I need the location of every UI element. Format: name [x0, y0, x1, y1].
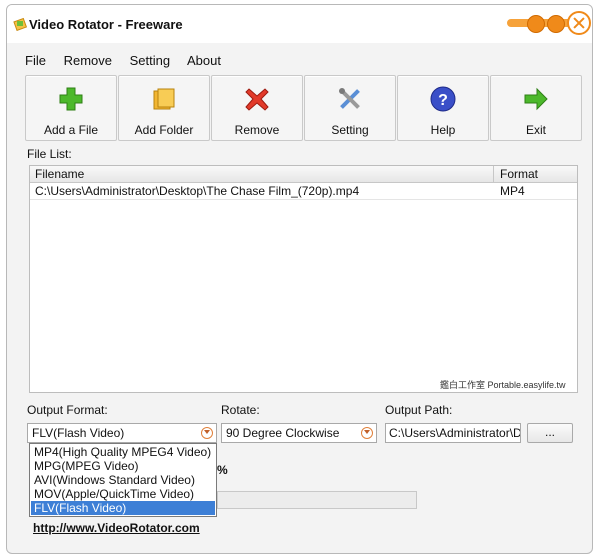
- rotate-label: Rotate:: [221, 403, 260, 417]
- plus-icon: [59, 87, 83, 111]
- format-option-avi[interactable]: AVI(Windows Standard Video): [31, 473, 215, 487]
- help-label: Help: [430, 123, 456, 137]
- file-list-label: File List:: [27, 147, 72, 161]
- folder-icon: [153, 88, 175, 110]
- row-format: MP4: [500, 184, 525, 198]
- menu-remove[interactable]: Remove: [64, 53, 112, 68]
- menu-about[interactable]: About: [187, 53, 221, 68]
- column-separator: [493, 166, 494, 182]
- remove-button[interactable]: Remove: [211, 75, 303, 141]
- close-button[interactable]: [567, 11, 591, 35]
- format-option-mp4[interactable]: MP4(High Quality MPEG4 Video): [31, 445, 215, 459]
- menu-bar: File Remove Setting About: [25, 53, 235, 68]
- output-path-value: C:\Users\Administrator\D: [389, 426, 521, 440]
- remove-label: Remove: [234, 123, 280, 137]
- exit-label: Exit: [525, 123, 546, 137]
- chevron-down-icon[interactable]: [361, 427, 373, 439]
- minimize-button[interactable]: [527, 15, 545, 33]
- title-bar[interactable]: Video Rotator - Freeware: [7, 5, 592, 43]
- chevron-down-icon[interactable]: [201, 427, 213, 439]
- file-list-header: Filename Format: [30, 166, 577, 183]
- window-title: Video Rotator - Freeware: [29, 17, 183, 32]
- tools-icon: [339, 88, 360, 109]
- file-list[interactable]: Filename Format C:\Users\Administrator\D…: [29, 165, 578, 393]
- rotate-value: 90 Degree Clockwise: [226, 426, 340, 440]
- help-icon: ?: [430, 86, 456, 112]
- watermark: 鑑白工作室 Portable.easylife.tw: [440, 380, 566, 390]
- format-option-mov[interactable]: MOV(Apple/QuickTime Video): [31, 487, 215, 501]
- output-format-value: FLV(Flash Video): [32, 426, 125, 440]
- exit-button[interactable]: Exit: [490, 75, 582, 141]
- format-option-mpg[interactable]: MPG(MPEG Video): [31, 459, 215, 473]
- format-option-flv[interactable]: FLV(Flash Video): [31, 501, 215, 515]
- maximize-button[interactable]: [547, 15, 565, 33]
- progress-percent: %: [217, 463, 228, 477]
- cross-icon: [245, 88, 269, 111]
- output-format-select[interactable]: FLV(Flash Video): [27, 423, 217, 443]
- app-window: Video Rotator - Freeware File Remove Set…: [6, 4, 593, 554]
- arrow-right-icon: [524, 87, 548, 111]
- add-folder-button[interactable]: Add Folder: [118, 75, 210, 141]
- menu-file[interactable]: File: [25, 53, 46, 68]
- app-icon: [13, 17, 27, 31]
- add-folder-label: Add Folder: [134, 123, 194, 137]
- add-file-button[interactable]: Add a File: [25, 75, 117, 141]
- column-format[interactable]: Format: [500, 167, 538, 181]
- output-format-dropdown[interactable]: MP4(High Quality MPEG4 Video) MPG(MPEG V…: [29, 443, 217, 517]
- website-link[interactable]: http://www.VideoRotator.com: [33, 521, 200, 535]
- output-path-label: Output Path:: [385, 403, 453, 417]
- rotate-select[interactable]: 90 Degree Clockwise: [221, 423, 377, 443]
- setting-label: Setting: [331, 123, 369, 137]
- output-format-label: Output Format:: [27, 403, 108, 417]
- setting-button[interactable]: Setting: [304, 75, 396, 141]
- progress-bar: [217, 491, 417, 509]
- row-filename: C:\Users\Administrator\Desktop\The Chase…: [35, 184, 360, 198]
- svg-text:?: ?: [438, 92, 448, 109]
- menu-setting[interactable]: Setting: [130, 53, 170, 68]
- browse-button[interactable]: ...: [527, 423, 573, 443]
- help-button[interactable]: ? Help: [397, 75, 489, 141]
- table-row[interactable]: C:\Users\Administrator\Desktop\The Chase…: [30, 183, 577, 200]
- column-filename[interactable]: Filename: [35, 167, 84, 181]
- add-file-label: Add a File: [43, 123, 99, 137]
- output-path-input[interactable]: C:\Users\Administrator\D: [385, 423, 521, 443]
